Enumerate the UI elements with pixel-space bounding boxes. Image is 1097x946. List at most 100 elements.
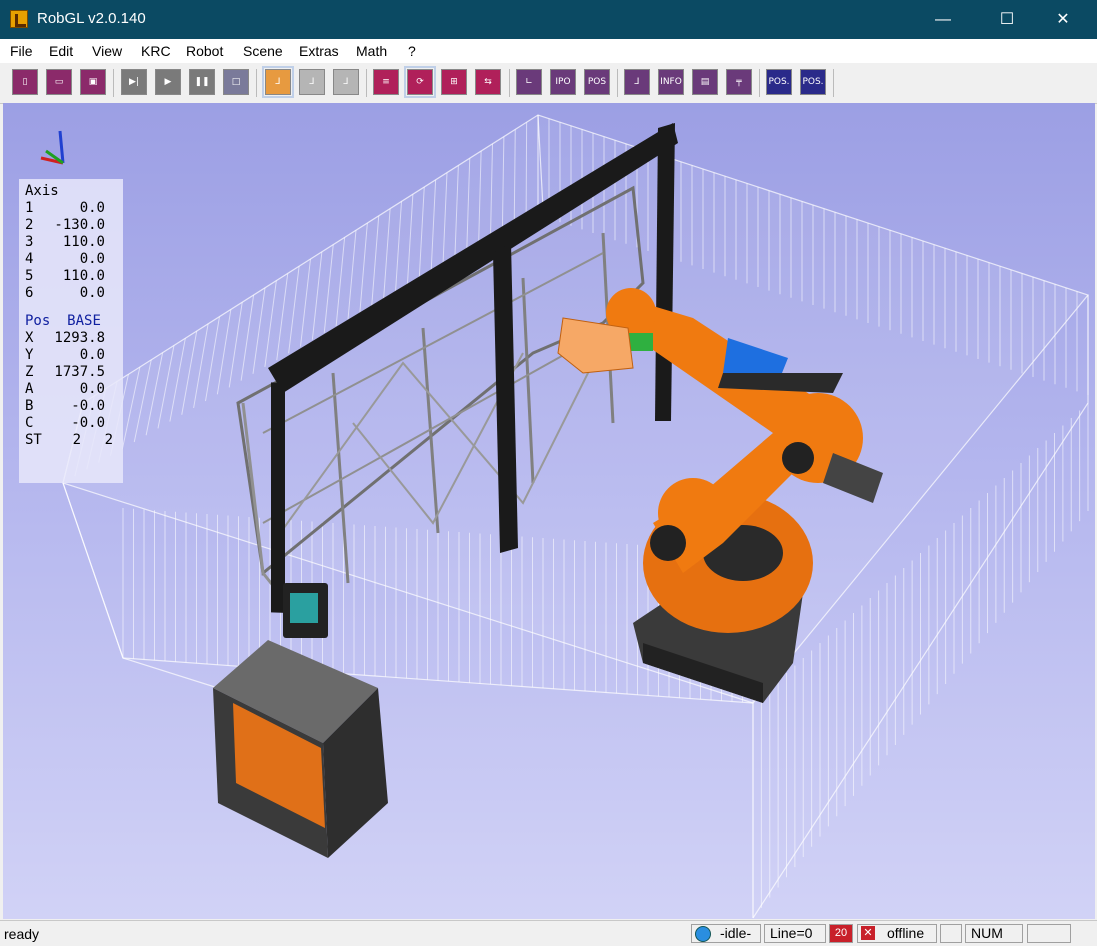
pause-icon: ❚❚ [194,77,210,87]
robot-view-button[interactable]: ⅃ [262,66,294,98]
save-file-button[interactable]: ▣ [80,69,106,95]
toolbar: ▯ ▭ ▣ ▶| ▶ ❚❚ □ ⅃ ⅃ ⅃ ≡ ⟳ ⊞ ⇆ ∟ IPO POS … [0,63,1097,104]
toolbar-separator [759,69,760,97]
play-button[interactable]: ▶ [155,69,181,95]
pos-base: BASE [67,313,101,329]
pos-row: Z 1737.5 [25,364,105,381]
robot-ext-button[interactable]: ⅃ [333,69,359,95]
step-icon: ▶| [129,77,139,87]
counter-badge: 20 [829,924,853,943]
pos-record-icon: POS. [768,77,790,87]
safety-fence [62,114,1090,919]
pos-record-button[interactable]: POS. [766,69,792,95]
ipo-button[interactable]: IPO [550,69,576,95]
menu-extras[interactable]: Extras [299,43,339,59]
axis-row: 1 0.0 [25,200,105,217]
minimize-button[interactable]: — [916,0,970,39]
robot-arm-axis-icon: ⅃ [309,77,315,87]
status-empty-panel [1027,924,1071,943]
pos-icon: POS [587,77,607,87]
tool-button[interactable]: ╤ [726,69,752,95]
connection-text: offline [887,925,925,941]
stop-button[interactable]: □ [223,69,249,95]
line-text: Line=0 [770,925,813,941]
state-indicator-icon [695,926,711,942]
stop-icon: □ [231,77,241,87]
axis-value: 0.0 [79,285,105,301]
state-panel: -idle- [691,924,761,943]
pos-row: A 0.0 [25,381,105,398]
toolbar-separator [833,69,834,97]
pos-button[interactable]: POS [584,69,610,95]
status-bar: ready -idle- Line=0 20 ✕ offline NUM [0,920,1097,946]
pos-delete-button[interactable]: POS. [800,69,826,95]
num-panel: NUM [965,924,1023,943]
axis-row: 3 110.0 [25,234,105,251]
toolbar-separator [617,69,618,97]
controller-cabinet [213,640,388,858]
pos-value: 0.0 [79,347,105,363]
open-file-button[interactable]: ▭ [46,69,72,95]
3d-viewport[interactable]: Axis 1 0.0 2 -130.0 3 110.0 4 0.0 5 110.0 6 0.… [3,103,1095,919]
menu-scene[interactable]: Scene [243,43,283,59]
maximize-button[interactable]: ☐ [980,0,1034,39]
position-overlay: Axis 1 0.0 2 -130.0 3 110.0 4 0.0 5 110.0 6 0.… [19,179,123,483]
document-icon: ▤ [700,77,710,87]
branch-button[interactable]: ⇆ [475,69,501,95]
pos-value: 1737.5 [54,364,105,380]
pos-delete-icon: POS. [802,77,824,87]
axis-value: 110.0 [62,234,105,250]
menu-krc[interactable]: KRC [141,43,171,59]
robot-arm-icon: ⅃ [275,77,281,87]
num-lock-text: NUM [971,925,1003,941]
info-button[interactable]: INFO [658,69,684,95]
pos-value: -0.0 [71,415,105,431]
ipo-icon: IPO [555,77,571,87]
new-file-icon: ▯ [22,77,28,87]
line-panel: Line=0 [764,924,826,943]
pos-title: Pos [25,313,51,329]
axis-value: 110.0 [62,268,105,284]
program-list-button[interactable]: ≡ [373,69,399,95]
state-text: -idle- [720,925,752,941]
list-icon: ≡ [382,77,390,87]
axis-row: 5 110.0 [25,268,105,285]
pause-button[interactable]: ❚❚ [189,69,215,95]
coordinate-button[interactable]: ∟ [516,69,542,95]
axis-row: 4 0.0 [25,251,105,268]
grid-button[interactable]: ⊞ [441,69,467,95]
menu-robot[interactable]: Robot [186,43,223,59]
toolbar-separator [509,69,510,97]
robot-axis-button[interactable]: ⅃ [299,69,325,95]
pos-row: Y 0.0 [25,347,105,364]
save-icon: ▣ [88,77,98,87]
open-folder-icon: ▭ [54,77,64,87]
axis-value: -130.0 [54,217,105,233]
recording-button[interactable]: ⟳ [404,66,436,98]
menu-bar: File Edit View KRC Robot Scene Extras Ma… [0,39,1097,64]
menu-help[interactable]: ? [408,43,416,59]
new-file-button[interactable]: ▯ [12,69,38,95]
axis-value: 0.0 [79,251,105,267]
document-button[interactable]: ▤ [692,69,718,95]
step-button[interactable]: ▶| [121,69,147,95]
menu-file[interactable]: File [10,43,33,59]
menu-edit[interactable]: Edit [49,43,73,59]
toolbar-separator [113,69,114,97]
offline-icon: ✕ [861,926,875,940]
pos-row: C -0.0 [25,415,105,432]
menu-view[interactable]: View [92,43,122,59]
menu-math[interactable]: Math [356,43,387,59]
branch-icon: ⇆ [484,77,492,87]
axis-gizmo [40,130,65,165]
pos-value: 0.0 [79,381,105,397]
toolbar-separator [366,69,367,97]
pos-header: Pos BASE [25,313,101,330]
connection-panel: ✕ offline [857,924,937,943]
axis-header: Axis [25,183,59,199]
play-icon: ▶ [164,77,172,87]
pos-row: B -0.0 [25,398,105,415]
robot-info-button[interactable]: ⅃ [624,69,650,95]
st-value-b: 2 [104,432,113,448]
close-button[interactable]: ✕ [1036,0,1090,39]
